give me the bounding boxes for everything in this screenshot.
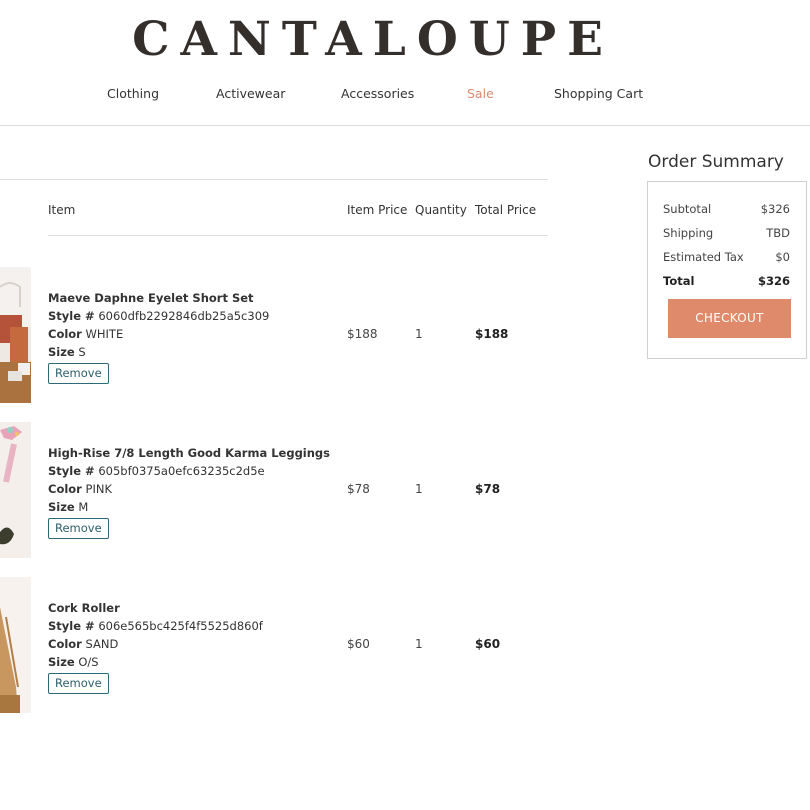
color-label: Color [48, 482, 82, 496]
item-quantity: 1 [415, 637, 423, 651]
product-name[interactable]: Maeve Daphne Eyelet Short Set [48, 289, 269, 307]
subtotal-value: $326 [760, 202, 790, 216]
cart-row: Maeve Daphne Eyelet Short Set Style # 60… [0, 267, 560, 403]
column-header-quantity: Quantity [415, 203, 467, 217]
order-summary-title: Order Summary [648, 152, 784, 172]
product-name[interactable]: Cork Roller [48, 599, 263, 617]
brand-logo[interactable]: CANTALOUPE [0, 12, 740, 67]
style-label: Style # [48, 619, 95, 633]
order-summary-panel: Subtotal $326 Shipping TBD Estimated Tax… [647, 181, 807, 359]
size-label: Size [48, 345, 75, 359]
column-header-total-price: Total Price [475, 203, 537, 217]
nav-sale[interactable]: Sale [467, 86, 494, 101]
nav-clothing[interactable]: Clothing [107, 86, 159, 101]
item-total: $78 [475, 482, 501, 496]
product-name[interactable]: High-Rise 7/8 Length Good Karma Leggings [48, 444, 330, 462]
size-label: Size [48, 500, 75, 514]
item-details: Maeve Daphne Eyelet Short Set Style # 60… [48, 289, 269, 384]
item-quantity: 1 [415, 482, 423, 496]
header-divider [0, 125, 810, 126]
total-label: Total [663, 274, 695, 288]
checkout-button[interactable]: CHECKOUT [668, 299, 791, 338]
size-label: Size [48, 655, 75, 669]
style-label: Style # [48, 464, 95, 478]
total-value: $326 [757, 274, 790, 288]
item-price: $60 [347, 637, 370, 651]
item-price: $78 [347, 482, 370, 496]
nav-accessories[interactable]: Accessories [341, 86, 414, 101]
item-details: Cork Roller Style # 606e565bc425f4f5525d… [48, 599, 263, 694]
size-value: O/S [78, 655, 99, 669]
tax-label: Estimated Tax [663, 250, 744, 264]
color-label: Color [48, 327, 82, 341]
style-value: 6060dfb2292846db25a5c309 [98, 309, 270, 323]
color-value: PINK [85, 482, 112, 496]
size-value: S [78, 345, 86, 359]
style-label: Style # [48, 309, 95, 323]
table-top-divider [0, 179, 548, 180]
item-total: $188 [475, 327, 509, 341]
remove-button[interactable]: Remove [48, 673, 109, 694]
subtotal-label: Subtotal [663, 202, 712, 216]
item-price: $188 [347, 327, 378, 341]
product-image[interactable] [0, 422, 31, 558]
size-value: M [78, 500, 89, 514]
product-image[interactable] [0, 267, 31, 403]
item-details: High-Rise 7/8 Length Good Karma Leggings… [48, 444, 330, 539]
color-value: SAND [85, 637, 119, 651]
main-nav: Clothing Activewear Accessories Sale Sho… [0, 86, 810, 106]
product-image[interactable] [0, 577, 31, 713]
cart-row: Cork Roller Style # 606e565bc425f4f5525d… [0, 577, 560, 713]
style-value: 605bf0375a0efc63235c2d5e [98, 464, 265, 478]
table-header-divider [48, 235, 548, 236]
nav-shopping-cart[interactable]: Shopping Cart [554, 86, 643, 101]
item-quantity: 1 [415, 327, 423, 341]
shipping-label: Shipping [663, 226, 714, 240]
cart-row: High-Rise 7/8 Length Good Karma Leggings… [0, 422, 560, 558]
item-total: $60 [475, 637, 501, 651]
remove-button[interactable]: Remove [48, 363, 109, 384]
shipping-value: TBD [766, 226, 790, 240]
nav-activewear[interactable]: Activewear [216, 86, 285, 101]
remove-button[interactable]: Remove [48, 518, 109, 539]
column-header-item: Item [48, 203, 76, 217]
style-value: 606e565bc425f4f5525d860f [98, 619, 263, 633]
color-label: Color [48, 637, 82, 651]
column-header-item-price: Item Price [347, 203, 408, 217]
color-value: WHITE [85, 327, 124, 341]
tax-value: $0 [775, 250, 790, 264]
